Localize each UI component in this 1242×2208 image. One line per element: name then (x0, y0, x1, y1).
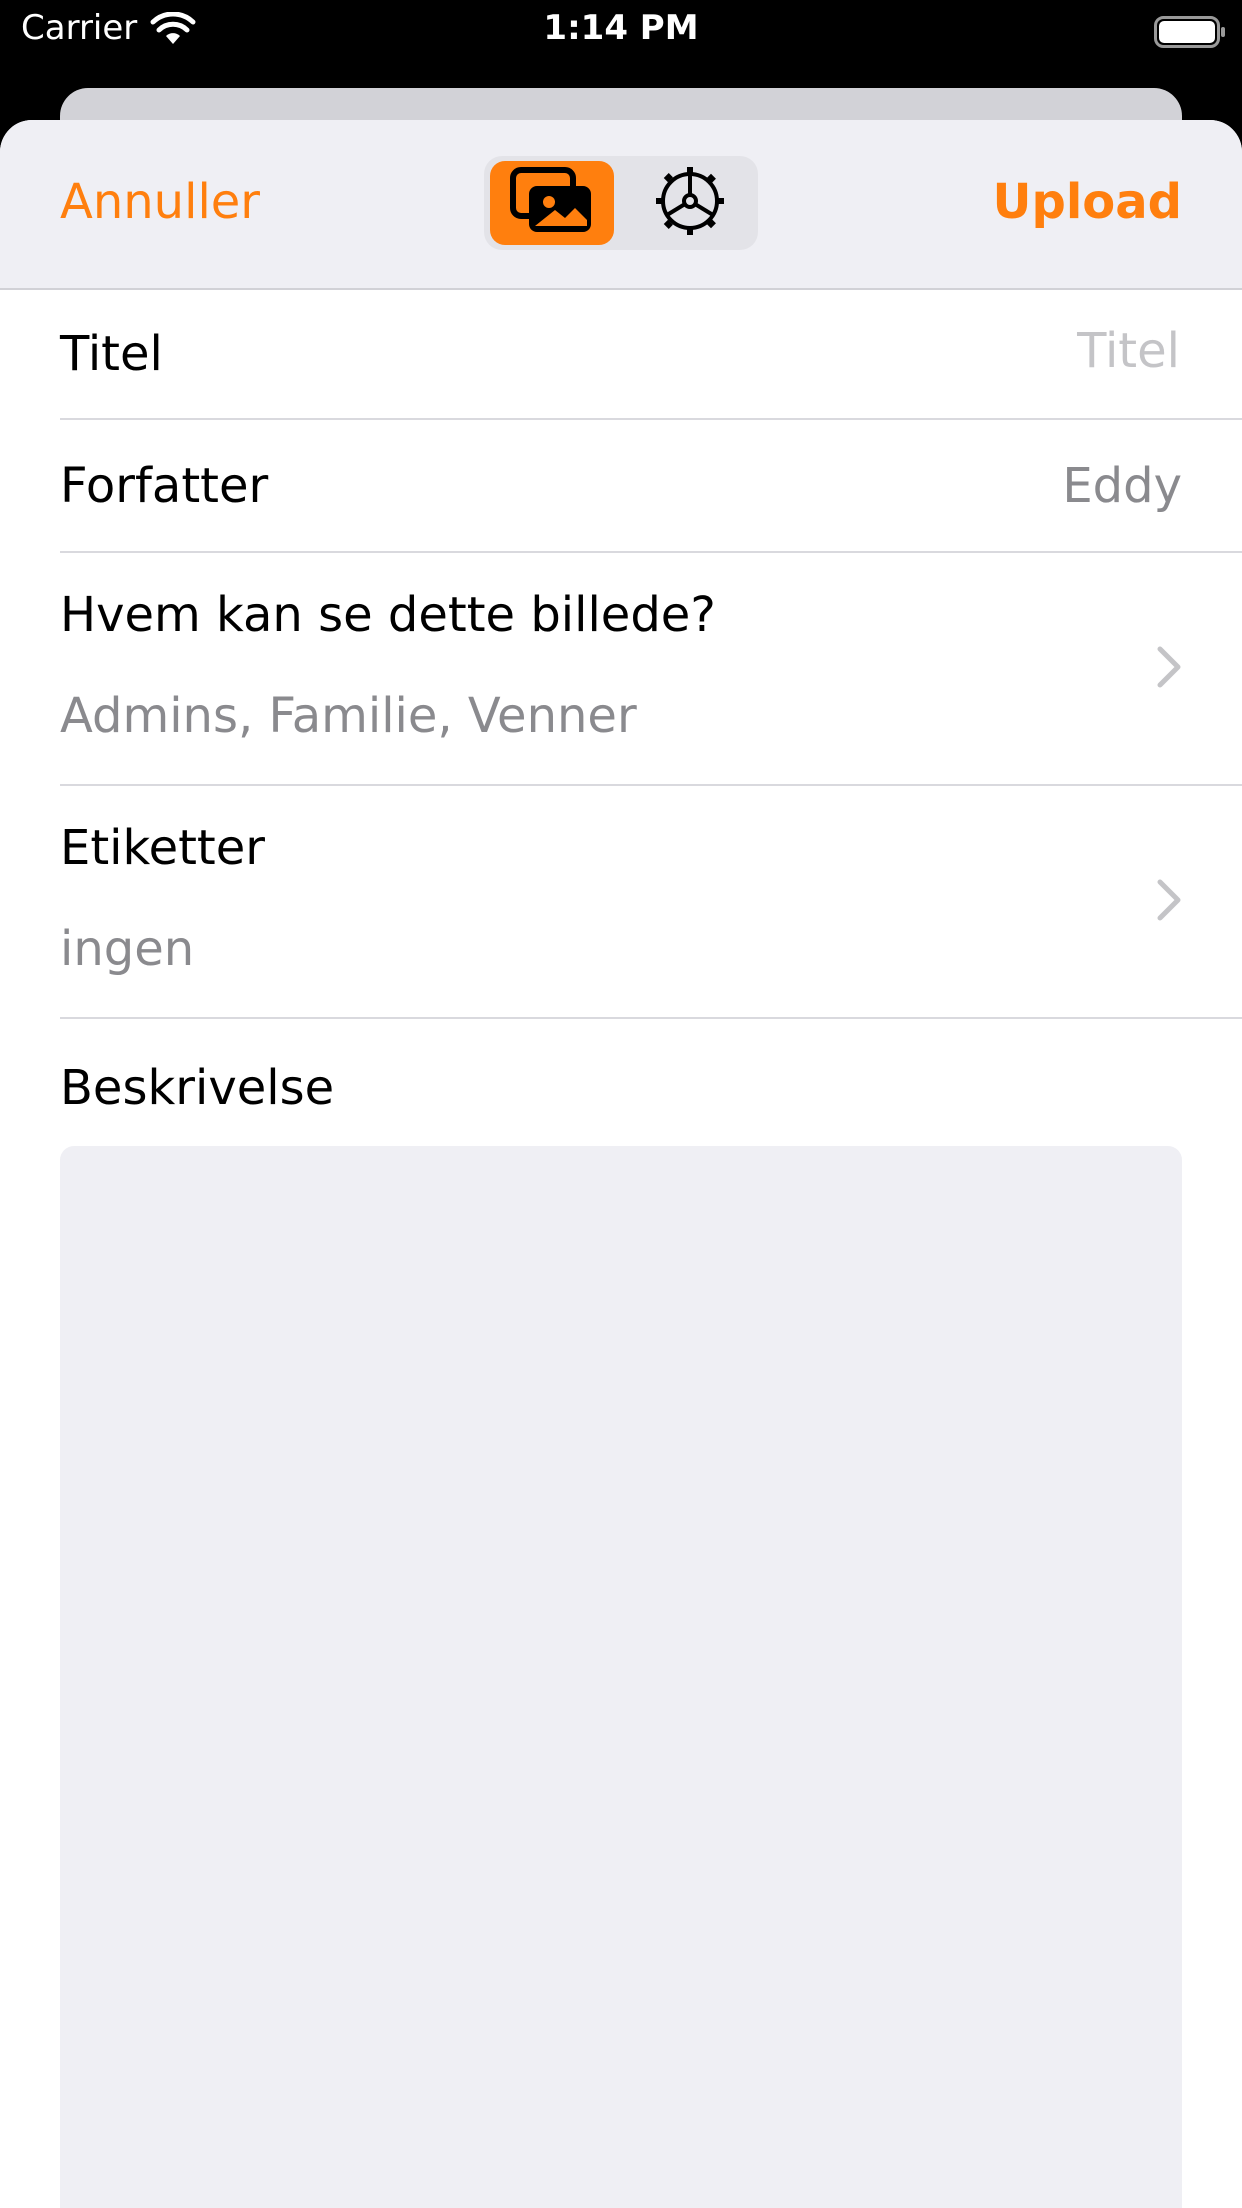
chevron-right-icon (1156, 878, 1182, 926)
title-input[interactable] (678, 322, 1182, 380)
privacy-value: Admins, Familie, Venner (60, 688, 637, 744)
privacy-label: Hvem kan se dette billede? (60, 587, 716, 643)
title-row: Titel (60, 288, 1242, 420)
cancel-button[interactable]: Annuller (60, 174, 260, 230)
clock: 1:14 PM (543, 8, 699, 48)
photos-icon (509, 166, 595, 240)
author-row: Forfatter Eddy (60, 420, 1242, 553)
author-value: Eddy (1062, 458, 1182, 514)
chevron-right-icon (1156, 645, 1182, 693)
description-textarea[interactable] (60, 1146, 1182, 2208)
gear-icon (652, 163, 728, 243)
upload-sheet: Annuller Upload Titel Titel Forfatter Ed… (0, 120, 1242, 2208)
description-label: Beskrivelse (60, 1060, 335, 1116)
navigation-bar: Annuller Upload (0, 120, 1242, 290)
upload-button[interactable]: Upload (992, 174, 1182, 230)
segment-photos[interactable] (490, 161, 614, 245)
tags-label: Etiketter (60, 820, 266, 876)
tags-value: ingen (60, 921, 195, 977)
author-label: Forfatter (60, 458, 269, 514)
segment-settings[interactable] (628, 161, 752, 245)
privacy-row[interactable]: Hvem kan se dette billede? Admins, Famil… (60, 553, 1242, 786)
title-label: Titel (60, 326, 163, 382)
battery-icon (1154, 16, 1226, 57)
status-bar: Carrier 1:14 PM (0, 0, 1242, 60)
tags-row[interactable]: Etiketter ingen (60, 786, 1242, 1019)
view-segmented-control (484, 156, 758, 250)
